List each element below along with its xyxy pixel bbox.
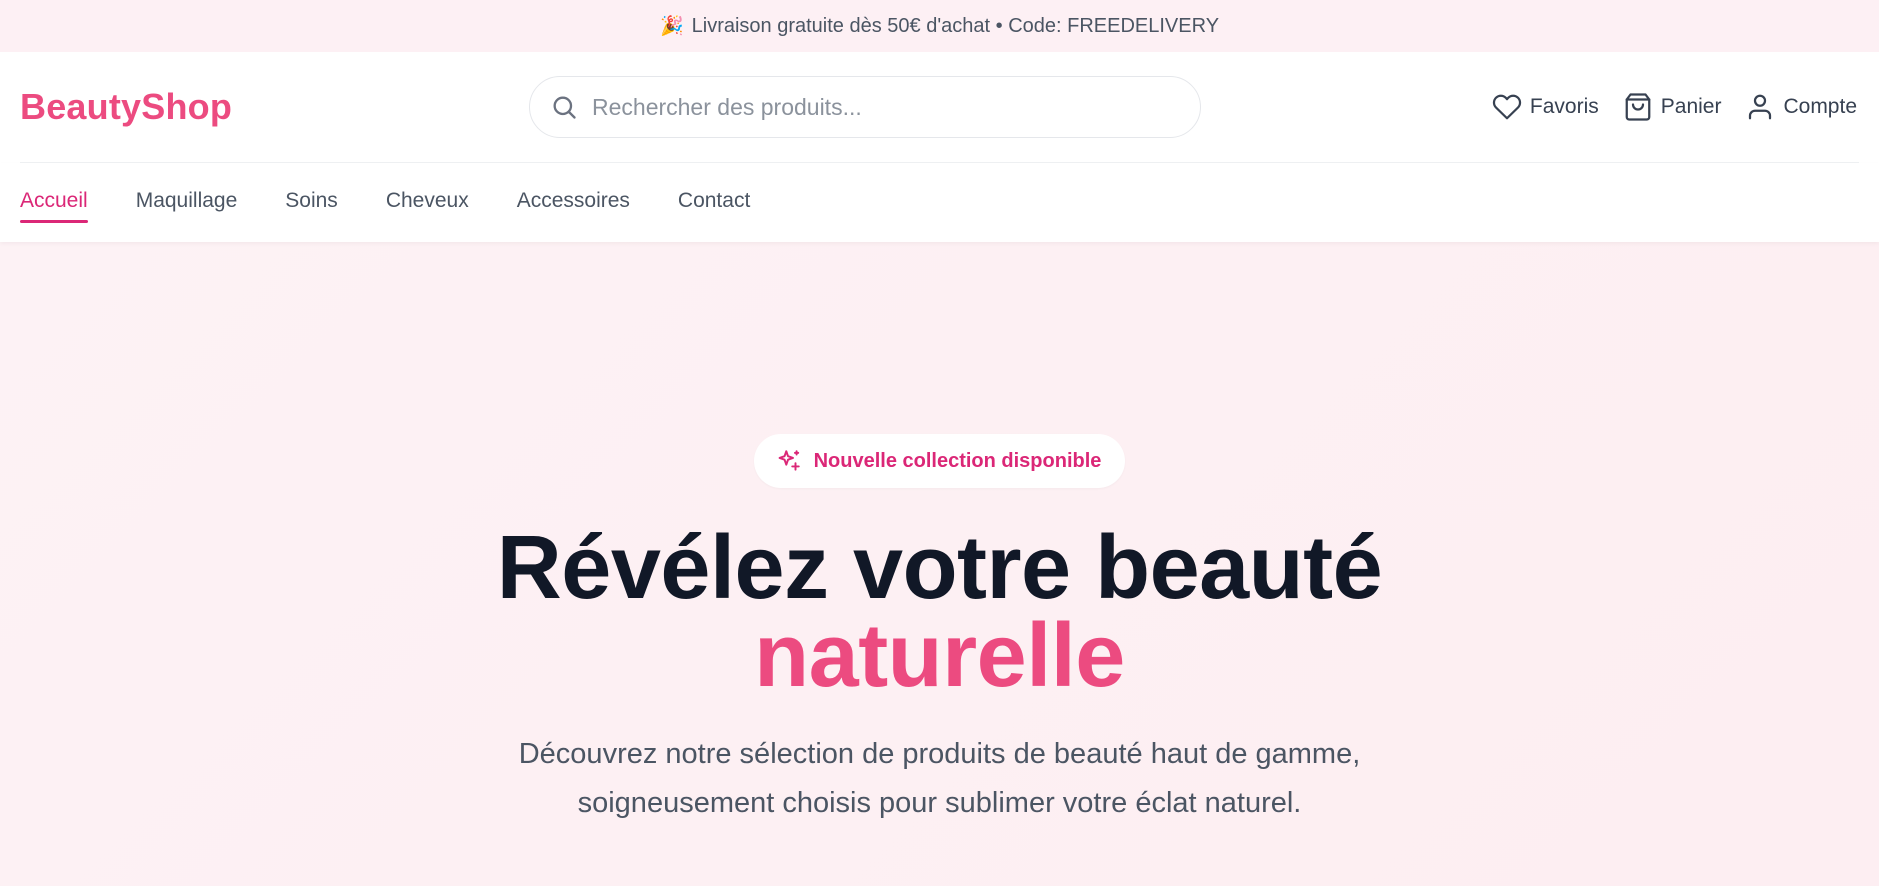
promo-bar: 🎉 Livraison gratuite dès 50€ d'achat • C…	[0, 0, 1879, 52]
account-label: Compte	[1783, 95, 1857, 118]
hero-title-line1: Révélez votre beauté	[496, 518, 1383, 618]
hero-subtitle-line2: soigneusement choisis pour sublimer votr…	[577, 787, 1302, 819]
badge-text: Nouvelle collection disponible	[813, 449, 1102, 472]
header: BeautyShop Favoris Panier	[0, 52, 1879, 162]
hero-subtitle: Découvrez notre sélection de produits de…	[490, 730, 1390, 828]
hero-title-accent: naturelle	[754, 606, 1125, 706]
heart-icon	[1492, 94, 1521, 120]
favorites-button[interactable]: Favoris	[1492, 92, 1599, 122]
search-icon	[553, 96, 576, 119]
search-input[interactable]	[592, 93, 1152, 121]
nav-item-cheveux[interactable]: Cheveux	[386, 189, 469, 217]
nav-item-accueil[interactable]: Accueil	[20, 189, 88, 223]
nav-item-accessoires[interactable]: Accessoires	[517, 189, 630, 217]
nav-item-maquillage[interactable]: Maquillage	[136, 189, 238, 217]
cart-label: Panier	[1660, 95, 1722, 118]
nav-item-contact[interactable]: Contact	[678, 189, 750, 217]
promo-text: Livraison gratuite dès 50€ d'achat • Cod…	[691, 14, 1220, 37]
cart-button[interactable]: Panier	[1623, 92, 1722, 122]
search-bar[interactable]	[529, 76, 1201, 138]
account-button[interactable]: Compte	[1745, 92, 1857, 122]
shopping-bag-icon	[1625, 93, 1651, 121]
hero-section: Nouvelle collection disponible Révélez v…	[0, 242, 1879, 886]
favorites-label: Favoris	[1529, 95, 1599, 118]
new-collection-badge: Nouvelle collection disponible	[753, 434, 1126, 488]
main-nav: Accueil Maquillage Soins Cheveux Accesso…	[0, 163, 1879, 242]
logo[interactable]: BeautyShop	[20, 86, 232, 128]
hero-title: Révélez votre beauté naturelle	[497, 523, 1383, 706]
hero-subtitle-line1: Découvrez notre sélection de produits de…	[518, 738, 1361, 770]
header-actions: Favoris Panier Compte	[1492, 52, 1857, 162]
sparkles-icon	[778, 450, 800, 471]
nav-item-soins[interactable]: Soins	[285, 189, 338, 217]
party-popper-icon: 🎉	[659, 16, 684, 37]
user-icon	[1749, 94, 1772, 120]
